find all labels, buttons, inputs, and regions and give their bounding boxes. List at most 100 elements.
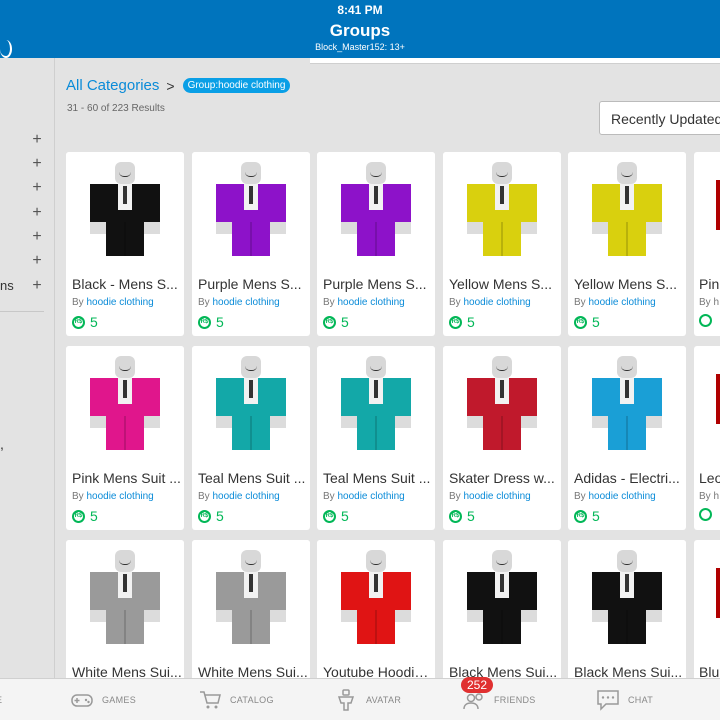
expand-plus-icon[interactable]: + [31, 253, 43, 269]
avatar-figure [192, 540, 310, 658]
item-name[interactable]: Pin [699, 276, 719, 292]
item-name[interactable]: Skater Dress w... [449, 470, 559, 486]
item-creator-line: By hoodie clothing [198, 297, 280, 308]
item-price-value: 5 [90, 508, 98, 524]
figure-arm [521, 378, 537, 416]
nav-avatar[interactable]: AVATAR [334, 679, 401, 720]
group-filter-tag[interactable]: Group:hoodie clothing [182, 78, 291, 93]
item-creator-link[interactable]: hoodie clothing [86, 297, 153, 308]
item-name[interactable]: Adidas - Electri... [574, 470, 684, 486]
catalog-item-card[interactable]: Purple Mens S... By hoodie clothing R$ 5 [317, 152, 435, 336]
item-by-label: By [449, 491, 461, 502]
catalog-item-card[interactable]: Purple Mens S... By hoodie clothing R$ 5 [192, 152, 310, 336]
item-thumbnail[interactable] [568, 152, 686, 270]
item-thumbnail[interactable] [443, 540, 561, 658]
breadcrumb: All Categories > Group:hoodie clothing [66, 77, 291, 94]
item-thumbnail[interactable] [317, 152, 435, 270]
figure-arm [341, 572, 357, 610]
item-thumbnail[interactable] [317, 540, 435, 658]
figure-arm [395, 184, 411, 222]
status-time: 8:41 PM [337, 3, 383, 17]
catalog-item-card[interactable]: Pink Mens Suit ... By hoodie clothing R$… [66, 346, 184, 530]
expand-plus-icon[interactable]: + [31, 156, 43, 172]
item-thumbnail[interactable] [568, 540, 686, 658]
item-creator-link[interactable]: hoodie clothing [86, 491, 153, 502]
item-name[interactable]: Teal Mens Suit ... [323, 470, 433, 486]
item-name[interactable]: Yellow Mens S... [449, 276, 559, 292]
item-name[interactable]: Yellow Mens S... [574, 276, 684, 292]
item-thumbnail[interactable] [568, 346, 686, 464]
item-by-label: By [198, 297, 210, 308]
item-creator-link[interactable]: hoodie clothing [463, 491, 530, 502]
expand-plus-icon[interactable]: + [31, 205, 43, 221]
item-creator-link[interactable]: hoodie clothing [337, 491, 404, 502]
figure-arm [395, 572, 411, 610]
item-thumbnail[interactable] [192, 152, 310, 270]
catalog-item-card[interactable]: Yellow Mens S... By hoodie clothing R$ 5 [443, 152, 561, 336]
item-creator-link[interactable]: hoodie clothing [588, 297, 655, 308]
figure-leg-split [124, 416, 126, 450]
item-thumbnail[interactable] [443, 346, 561, 464]
item-price: R$ 5 [72, 508, 98, 524]
item-thumbnail[interactable] [317, 346, 435, 464]
expand-plus-icon[interactable]: + [31, 180, 43, 196]
item-name[interactable]: Purple Mens S... [323, 276, 433, 292]
item-creator-link[interactable]: hoodie clothing [212, 491, 279, 502]
catalog-item-card[interactable]: Adidas - Electri... By hoodie clothing R… [568, 346, 686, 530]
sidebar-category-label[interactable]: ns [0, 278, 14, 293]
robux-icon: R$ [72, 315, 85, 329]
item-by-label: By [198, 491, 210, 502]
item-creator-link[interactable]: hoodie clothing [588, 491, 655, 502]
nav-avatar-label: AVATAR [366, 695, 402, 705]
avatar-icon [334, 689, 358, 711]
nav-catalog[interactable]: CATALOG [198, 679, 274, 720]
item-thumbnail[interactable] [192, 346, 310, 464]
expand-plus-icon[interactable]: + [31, 229, 43, 245]
figure-leg-split [124, 222, 126, 256]
item-price: R$ 5 [574, 508, 600, 524]
item-name[interactable]: Teal Mens Suit ... [198, 470, 308, 486]
catalog-item-card[interactable]: Teal Mens Suit ... By hoodie clothing R$… [192, 346, 310, 530]
nav-home[interactable]: E [0, 679, 2, 720]
item-thumbnail[interactable] [192, 540, 310, 658]
catalog-item-card[interactable]: Black - Mens S... By hoodie clothing R$ 5 [66, 152, 184, 336]
menu-icon[interactable] [0, 40, 12, 58]
sort-dropdown[interactable]: Recently Updated [599, 101, 720, 135]
item-thumbnail[interactable] [66, 152, 184, 270]
nav-chat[interactable]: CHAT [596, 679, 653, 720]
figure-leg-split [250, 222, 252, 256]
robux-icon: R$ [574, 315, 587, 329]
catalog-item-card[interactable]: Teal Mens Suit ... By hoodie clothing R$… [317, 346, 435, 530]
item-by-label: By [449, 297, 461, 308]
item-name[interactable]: Purple Mens S... [198, 276, 308, 292]
catalog-item-card-partial[interactable]: Pin By h [694, 152, 720, 336]
item-thumbnail[interactable] [66, 346, 184, 464]
catalog-item-card-partial[interactable]: Leo By h [694, 346, 720, 530]
figure-tie [374, 186, 378, 204]
nav-games[interactable]: GAMES [70, 679, 136, 720]
figure-tie [625, 574, 629, 592]
catalog-item-card[interactable]: Skater Dress w... By hoodie clothing R$ 5 [443, 346, 561, 530]
robux-icon: R$ [198, 509, 211, 523]
figure-hand [467, 416, 483, 428]
item-name[interactable]: Leo [699, 470, 720, 486]
expand-plus-icon[interactable]: + [31, 278, 43, 294]
bottom-nav: E GAMES CATALOG AVATAR FRIENDS CHAT [0, 678, 720, 720]
item-price: R$ 5 [323, 508, 349, 524]
item-name[interactable]: Pink Mens Suit ... [72, 470, 182, 486]
item-creator-link[interactable]: hoodie clothing [463, 297, 530, 308]
item-thumbnail[interactable] [443, 152, 561, 270]
figure-tie [500, 574, 504, 592]
all-categories-link[interactable]: All Categories [66, 77, 159, 94]
item-thumbnail[interactable] [66, 540, 184, 658]
catalog-item-card[interactable]: Yellow Mens S... By hoodie clothing R$ 5 [568, 152, 686, 336]
figure-arm [90, 378, 106, 416]
item-creator-link[interactable]: hoodie clothing [212, 297, 279, 308]
figure-tie [249, 380, 253, 398]
figure-arm [270, 572, 286, 610]
item-name[interactable]: Black - Mens S... [72, 276, 182, 292]
avatar-figure [568, 346, 686, 464]
expand-plus-icon[interactable]: + [31, 132, 43, 148]
item-creator-link[interactable]: hoodie clothing [337, 297, 404, 308]
figure-leg-split [124, 610, 126, 644]
